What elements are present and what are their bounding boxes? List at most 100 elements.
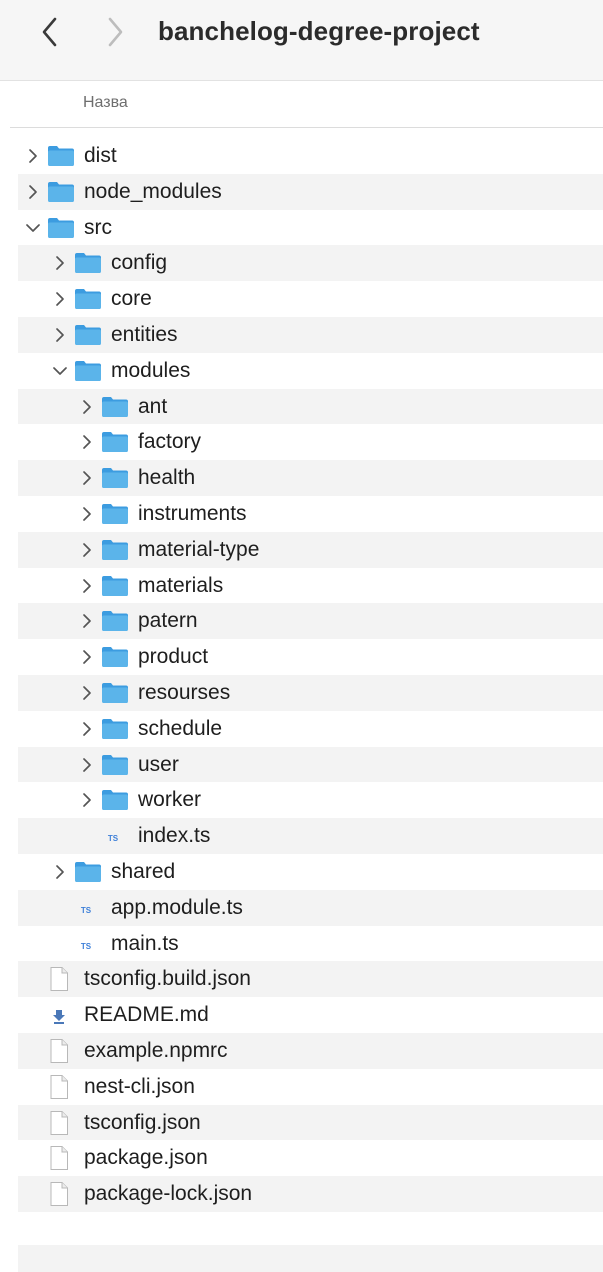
disclosure-collapsed-icon[interactable] [53, 290, 67, 308]
folder-icon [48, 217, 74, 238]
disclosure-expanded-icon[interactable] [53, 362, 67, 380]
disclosure-collapsed-icon[interactable] [80, 469, 94, 487]
list-item-readme-md[interactable]: README.md [18, 997, 603, 1033]
disclosure-collapsed-icon[interactable] [80, 433, 94, 451]
list-item-example-npmrc[interactable]: example.npmrc [18, 1032, 603, 1069]
disclosure-collapsed-icon[interactable] [80, 577, 94, 595]
list-item-src[interactable]: src [18, 210, 603, 246]
list-item-material-type[interactable]: material-type [18, 531, 603, 568]
forward-button[interactable] [98, 14, 132, 50]
list-item-dist[interactable]: dist [18, 138, 603, 174]
list-item-factory[interactable]: factory [18, 424, 603, 460]
item-name: app.module.ts [111, 895, 243, 919]
item-name: dist [84, 144, 117, 167]
item-name: modules [111, 358, 191, 382]
folder-icon [75, 289, 101, 310]
file-list: dist node_modulessrc config core entities mod… [0, 138, 603, 1212]
list-item-user[interactable]: user [18, 746, 603, 783]
item-name: main.ts [111, 931, 179, 955]
ts-badge-text: TS [108, 834, 119, 843]
item-name: product [138, 645, 209, 669]
folder-icon [102, 396, 128, 417]
list-item-node-modules[interactable]: node_modules [18, 173, 603, 210]
list-item-materials[interactable]: materials [18, 568, 603, 604]
window-title: banchelog-degree-project [158, 16, 480, 46]
disclosure-collapsed-icon[interactable] [80, 398, 94, 416]
disclosure-collapsed-icon[interactable] [80, 505, 94, 523]
list-item-schedule[interactable]: schedule [18, 711, 603, 747]
list-item-ant[interactable]: ant [18, 388, 603, 425]
item-name: schedule [138, 716, 223, 740]
item-name: material-type [138, 537, 260, 561]
folder-icon [75, 861, 101, 882]
ts-badge-text: TS [81, 942, 92, 951]
folder-icon [102, 611, 128, 632]
window-toolbar: banchelog-degree-project [0, 0, 603, 81]
list-item-resourses[interactable]: resourses [18, 674, 603, 711]
disclosure-collapsed-icon[interactable] [53, 254, 67, 272]
item-name: shared [111, 859, 176, 883]
item-name: core [111, 287, 152, 311]
column-header-name[interactable]: Назва [10, 81, 603, 128]
back-button[interactable] [33, 14, 67, 50]
column-header-label: Назва [83, 94, 128, 111]
list-item-package-lock-json[interactable]: package-lock.json [18, 1176, 603, 1212]
list-item-config[interactable]: config [18, 245, 603, 282]
list-item-product[interactable]: product [18, 639, 603, 675]
document-icon [50, 1038, 68, 1063]
folder-icon [102, 718, 128, 739]
disclosure-collapsed-icon[interactable] [80, 684, 94, 702]
item-name: node_modules [84, 179, 222, 203]
list-item-package-json[interactable]: package.json [18, 1140, 603, 1176]
chevron-right-icon [108, 17, 123, 47]
list-item-tsconfig-build-json[interactable]: tsconfig.build.json [18, 961, 603, 998]
list-item-entities[interactable]: entities [18, 316, 603, 353]
item-name: patern [138, 609, 198, 633]
item-name: package.json [84, 1146, 208, 1170]
list-item-nest-cli-json[interactable]: nest-cli.json [18, 1069, 603, 1105]
disclosure-collapsed-icon[interactable] [80, 648, 94, 666]
disclosure-collapsed-icon[interactable] [80, 541, 94, 559]
list-item-health[interactable]: health [18, 460, 603, 496]
item-name: instruments [138, 501, 247, 525]
chevron-left-icon [42, 17, 57, 47]
list-item-patern[interactable]: patern [18, 603, 603, 640]
document-icon [50, 1146, 68, 1171]
folder-icon [75, 360, 101, 381]
disclosure-expanded-icon[interactable] [26, 219, 40, 237]
list-item-index-ts[interactable]: TS index.ts [18, 818, 603, 854]
folder-icon [102, 503, 128, 524]
list-item-core[interactable]: core [18, 281, 603, 317]
list-item-main-ts[interactable]: TS main.ts [18, 926, 603, 962]
document-icon [50, 1074, 68, 1099]
typescript-file-icon: TS [108, 834, 119, 843]
disclosure-collapsed-icon[interactable] [80, 612, 94, 630]
disclosure-collapsed-icon[interactable] [53, 326, 67, 344]
document-icon [50, 1182, 68, 1207]
item-name: README.md [84, 1003, 209, 1027]
disclosure-collapsed-icon[interactable] [26, 183, 40, 201]
empty-row [18, 1245, 603, 1272]
item-name: src [84, 215, 112, 239]
disclosure-collapsed-icon[interactable] [53, 863, 67, 881]
item-name: tsconfig.json [84, 1110, 201, 1134]
disclosure-collapsed-icon[interactable] [80, 791, 94, 809]
list-item-tsconfig-json[interactable]: tsconfig.json [18, 1104, 603, 1141]
item-name: worker [138, 788, 202, 812]
list-item-app-module-ts[interactable]: TS app.module.ts [18, 889, 603, 926]
disclosure-collapsed-icon[interactable] [80, 756, 94, 774]
list-item-worker[interactable]: worker [18, 782, 603, 818]
typescript-file-icon: TS [81, 906, 92, 915]
folder-icon [48, 146, 74, 166]
list-item-modules[interactable]: modules [18, 353, 603, 389]
item-name: user [138, 752, 179, 776]
disclosure-collapsed-icon[interactable] [80, 720, 94, 738]
item-name: materials [138, 573, 224, 597]
item-name: tsconfig.build.json [84, 967, 251, 991]
folder-icon [102, 790, 128, 811]
disclosure-collapsed-icon[interactable] [26, 147, 40, 165]
folder-icon [75, 324, 101, 345]
folder-icon [102, 575, 128, 596]
list-item-instruments[interactable]: instruments [18, 496, 603, 532]
list-item-shared[interactable]: shared [18, 854, 603, 890]
